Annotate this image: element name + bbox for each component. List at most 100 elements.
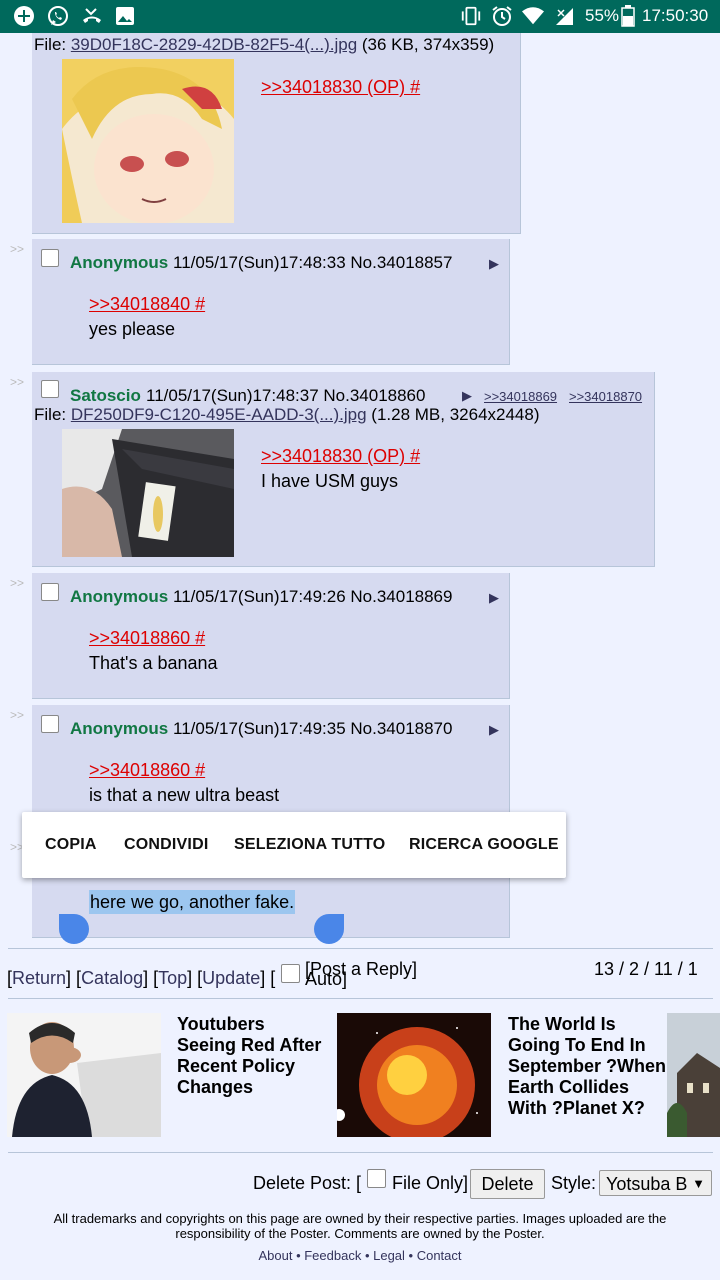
return-link[interactable]: Return <box>12 968 66 988</box>
quote-link[interactable]: >>34018860 # <box>89 760 205 781</box>
update-link[interactable]: Update <box>202 968 260 988</box>
post-datetime: 11/05/17(Sun)17:48:37 No.34018860 <box>146 386 426 405</box>
side-arrows: >> <box>10 375 25 389</box>
bracket: ] [ <box>187 968 203 988</box>
poster-name: Anonymous <box>70 253 169 272</box>
about-link[interactable]: About <box>258 1248 292 1263</box>
bracket: ] [ <box>143 968 159 988</box>
style-label: Style: <box>551 1173 597 1193</box>
copy-menu-item[interactable]: COPIA <box>45 836 97 854</box>
poster-name: Anonymous <box>70 587 169 606</box>
legal-link[interactable]: Legal <box>373 1248 405 1263</box>
style-select[interactable]: Yotsuba B ▼ <box>599 1170 712 1196</box>
bracket: ] [ <box>260 968 276 988</box>
separator: • <box>404 1248 417 1263</box>
ad-image[interactable] <box>667 1013 720 1137</box>
post-checkbox[interactable] <box>41 715 59 733</box>
separator: • <box>361 1248 374 1263</box>
top-link[interactable]: Top <box>158 968 187 988</box>
catalog-link[interactable]: Catalog <box>81 968 143 988</box>
post-menu-icon[interactable]: ▶ <box>489 722 499 738</box>
bracket: ] [ <box>66 968 82 988</box>
side-arrows: >> <box>10 242 25 256</box>
delete-post-label: Delete Post: [ <box>253 1173 362 1193</box>
post-checkbox[interactable] <box>41 380 59 398</box>
battery-percent: 55% <box>585 6 620 25</box>
style-select-value: Yotsuba B <box>606 1174 688 1194</box>
file-label: File: <box>34 35 71 54</box>
poster-name: Satoscio <box>70 386 141 405</box>
text-selection-menu: COPIA CONDIVIDI SELEZIONA TUTTO RICERCA … <box>22 812 566 878</box>
signal-icon <box>553 5 575 27</box>
file-link[interactable]: DF250DF9-C120-495E-AADD-3(...).jpg <box>71 405 367 424</box>
backlink[interactable]: >>34018870 <box>569 389 642 404</box>
selection-handle-start[interactable] <box>59 914 89 944</box>
status-bar: 55% 17:50:30 <box>0 0 720 33</box>
footer-disclaimer: All trademarks and copyrights on this pa… <box>53 1211 667 1241</box>
file-only-label: File Only] <box>392 1173 469 1193</box>
contact-link[interactable]: Contact <box>417 1248 462 1263</box>
feedback-link[interactable]: Feedback <box>304 1248 361 1263</box>
side-arrows: >> <box>10 708 25 722</box>
divider <box>8 1152 713 1153</box>
thread-stats: 13 / 2 / 11 / 1 <box>594 959 698 979</box>
post-message: is that a new ultra beast <box>89 785 280 805</box>
post-datetime: 11/05/17(Sun)17:48:33 No.34018857 <box>173 253 453 272</box>
file-meta: (36 KB, 374x359) <box>357 35 495 54</box>
quote-link[interactable]: >>34018830 (OP) # <box>261 446 420 467</box>
quote-link[interactable]: >>34018840 # <box>89 294 205 315</box>
vibrate-icon <box>460 5 482 27</box>
ad-image[interactable] <box>337 1013 491 1137</box>
clock: 17:50:30 <box>642 6 709 25</box>
post-menu-icon[interactable]: ▶ <box>489 590 499 606</box>
backlink[interactable]: >>34018869 <box>484 389 557 404</box>
selected-text[interactable]: here we go, another fake. <box>89 890 296 914</box>
quote-link[interactable]: >>34018860 # <box>89 628 205 649</box>
post-34018860: Satoscio 11/05/17(Sun)17:48:37 No.340188… <box>32 372 655 567</box>
file-meta: (1.28 MB, 3264x2448) <box>366 405 540 424</box>
google-search-menu-item[interactable]: RICERCA GOOGLE <box>409 836 559 854</box>
post-message: I have USM guys <box>261 471 399 491</box>
post-34018870: Anonymous 11/05/17(Sun)17:49:35 No.34018… <box>32 705 510 816</box>
alarm-icon <box>491 5 513 27</box>
thread-nav: [Return] [Catalog] [Top] [Update] [ <box>7 968 275 989</box>
file-label: File: <box>34 405 71 424</box>
delete-button[interactable]: Delete <box>470 1169 545 1199</box>
file-link[interactable]: 39D0F18C-2829-42DB-82F5-4(...).jpg <box>71 35 357 54</box>
post-menu-icon[interactable]: ▶ <box>462 388 472 404</box>
auto-update-checkbox[interactable] <box>281 964 300 983</box>
share-menu-item[interactable]: CONDIVIDI <box>124 836 208 854</box>
file-info: File: 39D0F18C-2829-42DB-82F5-4(...).jpg… <box>34 35 494 55</box>
post-34018869: Anonymous 11/05/17(Sun)17:49:26 No.34018… <box>32 573 510 699</box>
plus-circle-icon <box>13 5 35 27</box>
post-datetime: 11/05/17(Sun)17:49:35 No.34018870 <box>173 719 453 738</box>
post-34018830-reply: File: 39D0F18C-2829-42DB-82F5-4(...).jpg… <box>32 33 521 234</box>
poster-name: Anonymous <box>70 719 169 738</box>
divider <box>8 948 713 949</box>
ad-image[interactable] <box>7 1013 161 1137</box>
post-message: yes please <box>89 319 176 339</box>
post-thumbnail[interactable] <box>62 429 234 557</box>
post-datetime: 11/05/17(Sun)17:49:26 No.34018869 <box>173 587 453 606</box>
selection-handle-end[interactable] <box>314 914 344 944</box>
post-reply-link[interactable]: [Post a Reply] <box>305 959 417 980</box>
whatsapp-icon <box>47 5 69 27</box>
quote-link[interactable]: >>34018830 (OP) # <box>261 77 420 98</box>
separator: • <box>292 1248 305 1263</box>
chevron-down-icon: ▼ <box>692 1176 705 1191</box>
post-message: That's a banana <box>89 653 218 673</box>
file-only-checkbox[interactable] <box>367 1169 386 1188</box>
post-menu-icon[interactable]: ▶ <box>489 256 499 272</box>
image-icon <box>114 5 136 27</box>
post-thumbnail[interactable] <box>62 59 234 223</box>
post-34018857: Anonymous 11/05/17(Sun)17:48:33 No.34018… <box>32 239 510 365</box>
footer-links: About • Feedback • Legal • Contact <box>0 1248 720 1263</box>
divider <box>8 998 713 999</box>
side-arrows: >> <box>10 576 25 590</box>
post-checkbox[interactable] <box>41 249 59 267</box>
ad-title[interactable]: The World Is Going To End In September ?… <box>508 1014 668 1119</box>
post-checkbox[interactable] <box>41 583 59 601</box>
select-all-menu-item[interactable]: SELEZIONA TUTTO <box>234 836 385 854</box>
ad-title[interactable]: Youtubers Seeing Red After Recent Policy… <box>177 1014 327 1098</box>
missed-call-icon <box>81 5 103 27</box>
